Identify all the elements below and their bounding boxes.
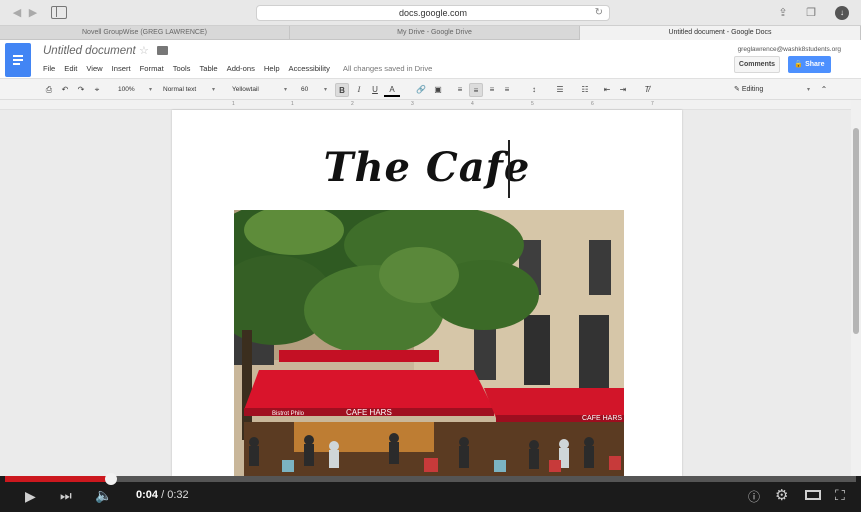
align-right-icon[interactable]: ≡ <box>486 83 498 97</box>
share-label: Share <box>805 61 825 68</box>
redo-icon[interactable]: ↷ <box>74 83 88 97</box>
editing-mode-label: Editing <box>741 86 764 93</box>
forward-icon[interactable]: ▶ <box>26 6 40 20</box>
account-email[interactable]: greglawrence@washk8students.org <box>738 46 841 53</box>
awning-right-text: CAFE HARS <box>582 415 622 422</box>
menu-accessibility[interactable]: Accessibility <box>289 63 330 75</box>
vertical-scrollbar[interactable] <box>851 100 861 476</box>
progress-scrubber[interactable] <box>105 473 117 485</box>
document-canvas: The Cafe Bistrot Philo CAFE HARS CAFE HA… <box>0 110 851 476</box>
ruler-tick: 6 <box>591 101 594 107</box>
tab-groupwise[interactable]: Novell GroupWise (GREG LAWRENCE) <box>0 26 290 40</box>
align-justify-icon[interactable]: ≡ <box>501 83 513 97</box>
zoom-select[interactable]: 100% <box>118 83 152 97</box>
time-display: 0:04 / 0:32 <box>136 489 189 501</box>
text-cursor <box>508 140 510 198</box>
italic-button[interactable]: I <box>352 83 366 97</box>
paint-format-icon[interactable]: ⌖ <box>90 83 104 97</box>
volume-icon[interactable]: 🔈 <box>95 487 112 504</box>
menu-insert[interactable]: Insert <box>112 63 131 75</box>
total-time: 0:32 <box>167 489 189 501</box>
reload-icon[interactable]: ↻ <box>595 7 603 18</box>
align-left-icon[interactable]: ≡ <box>454 83 466 97</box>
font-select[interactable]: Yellowtail <box>232 83 287 97</box>
bold-button[interactable]: B <box>335 83 349 97</box>
increase-indent-icon[interactable]: ⇥ <box>617 83 629 97</box>
menu-addons[interactable]: Add-ons <box>227 63 255 75</box>
progress-played <box>5 476 111 482</box>
undo-icon[interactable]: ↶ <box>58 83 72 97</box>
font-size-select[interactable]: 60 <box>301 83 327 97</box>
settings-gear-icon[interactable]: ⚙ <box>775 486 788 504</box>
document-page[interactable]: The Cafe Bistrot Philo CAFE HARS CAFE HA… <box>172 110 682 476</box>
menu-tools[interactable]: Tools <box>173 63 191 75</box>
cafe-photo[interactable]: Bistrot Philo CAFE HARS CAFE HARS <box>234 210 624 476</box>
menu-edit[interactable]: Edit <box>64 63 77 75</box>
address-bar[interactable]: docs.google.com ↻ <box>256 5 610 21</box>
save-status: All changes saved in Drive <box>342 64 433 73</box>
share-sheet-icon[interactable]: ⇪ <box>775 5 791 21</box>
link-icon[interactable]: 🔗 <box>414 83 428 97</box>
clear-formatting-icon[interactable]: T̸ <box>641 83 653 97</box>
share-button[interactable]: 🔒 Share <box>788 56 831 73</box>
print-icon[interactable]: ⎙ <box>42 83 56 97</box>
ruler-tick: 1 <box>232 101 235 107</box>
ruler-tick: 2 <box>351 101 354 107</box>
docs-header: Untitled document ☆ File Edit View Inser… <box>0 40 861 78</box>
fullscreen-icon[interactable]: ⛶ <box>835 487 845 504</box>
browser-toolbar: ◀ ▶ docs.google.com ↻ ⇪ ❐ ↓ <box>0 0 861 26</box>
awning-bistro-text: Bistrot Philo <box>272 411 305 417</box>
downloads-icon[interactable]: ↓ <box>835 6 849 20</box>
menu-file[interactable]: File <box>43 63 55 75</box>
menu-help[interactable]: Help <box>264 63 280 75</box>
style-select[interactable]: Normal text <box>163 83 215 97</box>
decrease-indent-icon[interactable]: ⇤ <box>601 83 613 97</box>
docs-logo-icon[interactable] <box>5 43 31 77</box>
url-text: docs.google.com <box>398 8 468 18</box>
menu-table[interactable]: Table <box>199 63 217 75</box>
ruler-tick: 3 <box>411 101 414 107</box>
numbered-list-icon[interactable]: ☰ <box>552 83 568 97</box>
play-icon[interactable]: ▶ <box>25 488 36 505</box>
next-icon[interactable]: ⏭ <box>60 488 72 504</box>
star-icon[interactable]: ☆ <box>139 44 149 57</box>
tabs-overview-icon[interactable]: ❐ <box>803 5 819 21</box>
chevron-down-icon: ▾ <box>806 87 810 93</box>
menu-format[interactable]: Format <box>140 63 164 75</box>
ruler: 1 1 2 3 4 5 6 7 <box>0 100 851 110</box>
ruler-tick: 5 <box>531 101 534 107</box>
align-center-icon[interactable]: ≡ <box>469 83 483 97</box>
ruler-tick: 4 <box>471 101 474 107</box>
sidebar-toggle-icon[interactable] <box>51 6 67 19</box>
ruler-tick: 1 <box>291 101 294 107</box>
progress-track[interactable] <box>5 476 856 482</box>
current-time: 0:04 <box>136 489 159 501</box>
editing-mode-select[interactable]: ✎ Editing ▾ <box>734 83 810 97</box>
tab-bar: Novell GroupWise (GREG LAWRENCE) My Driv… <box>0 26 861 40</box>
video-player-controls: ▶ ⏭ 🔈 0:04 / 0:32 ⓘ ⚙ ⛶ <box>0 473 861 512</box>
menu-view[interactable]: View <box>86 63 102 75</box>
folder-icon[interactable] <box>157 46 168 55</box>
comments-button[interactable]: Comments <box>734 56 780 73</box>
comment-icon[interactable]: ▣ <box>431 83 445 97</box>
ruler-tick: 7 <box>651 101 654 107</box>
cafe-photo-illustration: Bistrot Philo CAFE HARS CAFE HARS <box>234 210 624 476</box>
back-icon[interactable]: ◀ <box>10 6 24 20</box>
tab-drive[interactable]: My Drive - Google Drive <box>290 26 580 40</box>
bulleted-list-icon[interactable]: ☷ <box>577 83 593 97</box>
info-icon[interactable]: ⓘ <box>748 488 760 505</box>
scrollbar-thumb[interactable] <box>853 128 859 334</box>
text-color-button[interactable]: A <box>384 83 400 97</box>
menu-bar: File Edit View Insert Format Tools Table… <box>43 63 432 75</box>
tab-docs[interactable]: Untitled document - Google Docs <box>580 26 861 40</box>
underline-button[interactable]: U <box>368 83 382 97</box>
formatting-toolbar: ⎙ ↶ ↷ ⌖ 100% Normal text Yellowtail 60 B… <box>0 78 861 100</box>
line-spacing-icon[interactable]: ↕ <box>526 83 542 97</box>
collapse-icon[interactable]: ⌃ <box>818 83 830 97</box>
awning-left-text: CAFE HARS <box>346 408 392 417</box>
theater-mode-icon[interactable] <box>805 490 821 500</box>
doc-heading[interactable]: The Cafe <box>172 144 682 191</box>
doc-title[interactable]: Untitled document <box>43 45 136 57</box>
